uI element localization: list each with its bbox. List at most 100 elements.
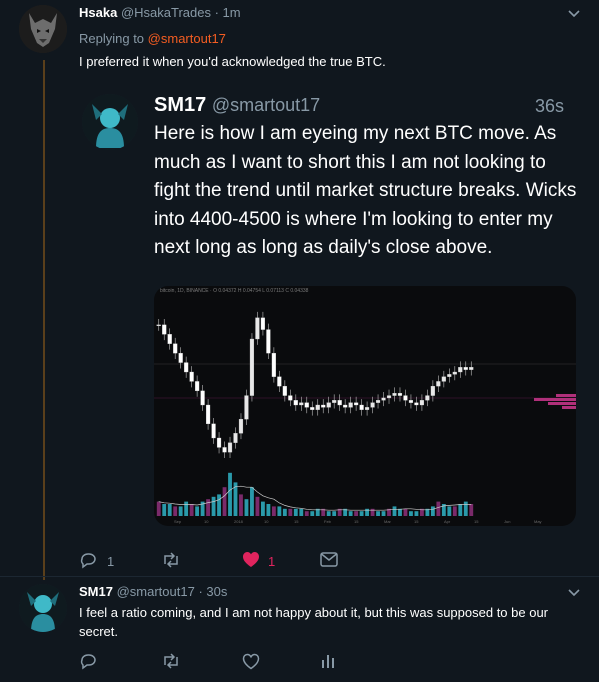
tweet-text: I preferred it when you'd acknowledged t… [79, 54, 386, 69]
volume-bar [211, 496, 216, 516]
volume-bar [447, 506, 452, 516]
x-tick-label: Jun [504, 519, 510, 524]
volume-bar [266, 504, 271, 516]
candle-body [156, 324, 161, 327]
candle-body [189, 371, 194, 382]
retweet-icon[interactable] [161, 653, 181, 669]
volume-bar [381, 511, 386, 516]
candle-body [321, 404, 326, 408]
volume-bar [184, 501, 189, 516]
quote-author-handle[interactable]: @smartout17 [212, 95, 320, 115]
author-name[interactable]: SM17 [79, 584, 113, 599]
candle-body [441, 376, 446, 382]
candle-body [299, 402, 304, 406]
volume-bar [299, 508, 304, 516]
x-tick-label: 2018 [234, 519, 244, 524]
tweet-time[interactable]: · 30s [198, 584, 227, 599]
volume-bar [260, 501, 265, 516]
volume-bar [436, 501, 441, 516]
candle-body [167, 334, 172, 344]
retweet-icon[interactable] [161, 552, 181, 568]
volume-bar [173, 506, 178, 516]
volume-bar [244, 499, 249, 516]
chevron-down-icon[interactable] [567, 588, 581, 598]
candle-body [359, 404, 364, 410]
candle-body [370, 402, 375, 408]
author-handle[interactable]: @smartout17 [117, 584, 195, 599]
candle-body [249, 338, 255, 396]
candle-body [178, 352, 183, 363]
x-tick-label: 15 [294, 519, 299, 524]
candle-body [354, 402, 359, 406]
reply-icon[interactable] [79, 652, 97, 670]
volume-bar [458, 504, 463, 516]
avatar-sm17-quote[interactable] [82, 94, 138, 150]
candle-body [244, 395, 249, 420]
avatar-hsaka[interactable] [19, 5, 67, 53]
thread-line [43, 60, 45, 580]
heart-icon[interactable] [242, 653, 260, 670]
tweet-time[interactable]: · 1m [215, 5, 241, 20]
volume-profile-bar [562, 406, 576, 409]
chevron-down-icon[interactable] [567, 9, 581, 19]
envelope-icon[interactable] [320, 552, 338, 567]
quote-author-name[interactable]: SM17 [154, 94, 206, 116]
candle-body [337, 400, 342, 406]
volume-bar [409, 511, 413, 516]
x-tick-label: Mar [384, 519, 392, 524]
candle-body [282, 385, 287, 396]
candle-body [381, 397, 386, 401]
x-tick-label: 15 [474, 519, 479, 524]
volume-bar [430, 506, 435, 516]
x-tick-label: May [534, 519, 542, 524]
chart-image[interactable]: bitcoin, 1D, BINANCE · O 0.04372 H 0.047… [154, 286, 576, 526]
volume-bar [195, 506, 200, 516]
candle-body [184, 362, 189, 373]
quote-time[interactable]: 36s [535, 96, 564, 117]
analytics-icon[interactable] [321, 654, 335, 668]
volume-bar [332, 511, 337, 516]
replying-to-link[interactable]: @smartout17 [148, 31, 226, 46]
like-count: 1 [268, 554, 276, 569]
volume-profile-bar [556, 394, 576, 397]
author-handle[interactable]: @HsakaTrades [121, 5, 211, 20]
candle-body [216, 437, 222, 448]
candle-body [200, 390, 205, 406]
candle-body [414, 402, 419, 406]
candle-body [233, 433, 238, 443]
chart-svg: Sep 10 2018 10 15 Feb 15 Mar 15 Apr 15 Jun May [154, 311, 576, 524]
volume-bar [228, 472, 232, 516]
x-tick-label: 15 [414, 519, 419, 524]
x-tick-label: 10 [264, 519, 269, 524]
volume-bar [178, 506, 183, 516]
x-tick-label: Feb [324, 519, 332, 524]
avatar-sm17[interactable] [19, 584, 67, 632]
volume-bar [217, 494, 221, 516]
candle-body [162, 324, 167, 335]
reply-icon[interactable] [79, 551, 97, 569]
volume-bar [282, 508, 287, 516]
candle-body [343, 404, 348, 408]
candle-body [392, 393, 397, 396]
volume-profile-bar [534, 398, 576, 401]
candle-body [469, 367, 474, 370]
candle-body [419, 400, 424, 406]
candle-body [430, 385, 435, 396]
volume-bar [293, 508, 298, 516]
volume-bar [354, 511, 359, 516]
candle-body [255, 317, 260, 340]
volume-bar [359, 511, 364, 516]
x-tick-label: 15 [354, 519, 359, 524]
volume-bar [288, 508, 293, 516]
heart-icon[interactable] [242, 551, 260, 568]
author-name[interactable]: Hsaka [79, 5, 117, 20]
volume-bar [277, 506, 282, 516]
candle-body [304, 402, 309, 408]
volume-bar [167, 504, 172, 516]
candle-body [397, 393, 403, 396]
volume-bar [403, 508, 408, 516]
volume-bar [222, 487, 227, 516]
divider [0, 576, 599, 577]
candle-body [403, 395, 408, 401]
candle-body [365, 407, 370, 410]
